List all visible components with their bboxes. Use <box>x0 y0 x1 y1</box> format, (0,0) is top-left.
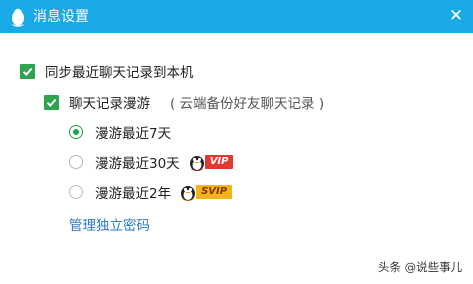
manage-password-link[interactable]: 管理独立密码 <box>69 214 150 234</box>
radio-label: 漫游最近30天 <box>95 156 180 172</box>
roaming-label: 聊天记录漫游 <box>69 96 150 112</box>
roaming-hint: ( 云端备份好友聊天记录 ) <box>170 96 325 112</box>
svip-badge: SVIP <box>177 182 233 202</box>
sync-recent-checkbox[interactable]: 同步最近聊天记录到本机 <box>20 61 194 81</box>
radio-unselected-icon <box>69 155 83 169</box>
radio-label: 漫游最近7天 <box>95 126 172 142</box>
checkbox-checked-icon <box>20 63 35 79</box>
watermark: 头条 @说些事儿 <box>378 260 463 274</box>
radio-unselected-icon <box>69 185 83 199</box>
close-button[interactable]: ✕ <box>439 0 473 33</box>
vip-badge: VIP <box>186 152 234 172</box>
sync-recent-label: 同步最近聊天记录到本机 <box>45 65 194 81</box>
title-bar: 消息设置 ✕ <box>0 0 473 33</box>
radio-option-30-days[interactable]: 漫游最近30天 VIP <box>69 152 234 172</box>
roaming-checkbox[interactable]: 聊天记录漫游 ( 云端备份好友聊天记录 ) <box>44 92 324 112</box>
checkbox-checked-icon <box>44 94 59 110</box>
qq-penguin-icon <box>8 7 28 27</box>
radio-option-2-years[interactable]: 漫游最近2年 SVIP <box>69 182 233 202</box>
radio-label: 漫游最近2年 <box>95 186 172 202</box>
radio-option-7-days[interactable]: 漫游最近7天 <box>69 122 171 142</box>
radio-selected-icon <box>69 125 83 139</box>
window-title: 消息设置 <box>33 9 89 25</box>
